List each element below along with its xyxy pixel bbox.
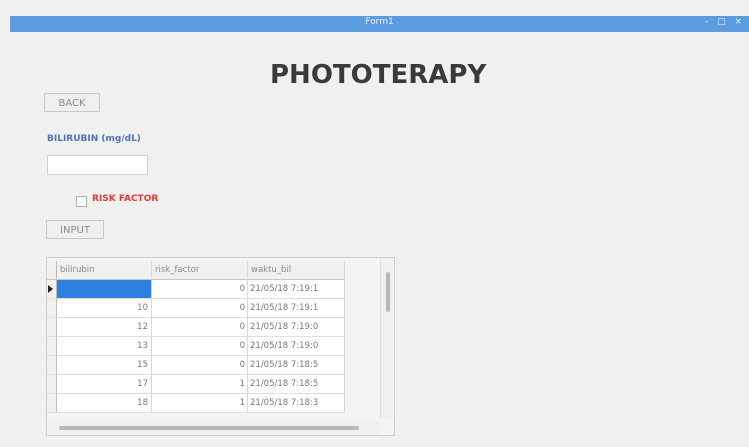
- cell-bilirubin[interactable]: 10: [57, 299, 152, 318]
- cell-risk-factor[interactable]: 0: [152, 356, 248, 375]
- window-title: Form1: [365, 17, 394, 27]
- cell-bilirubin[interactable]: 17: [57, 375, 152, 394]
- cell-bilirubin[interactable]: 18: [57, 394, 152, 413]
- risk-factor-checkbox[interactable]: [76, 196, 87, 207]
- cell-bilirubin[interactable]: 9: [57, 280, 152, 299]
- cell-risk-factor[interactable]: 0: [152, 280, 248, 299]
- cell-bilirubin[interactable]: 15: [57, 356, 152, 375]
- cell-bilirubin[interactable]: 12: [57, 318, 152, 337]
- bilirubin-input[interactable]: [47, 155, 148, 175]
- vertical-scrollbar-thumb[interactable]: [386, 272, 390, 312]
- row-header[interactable]: [47, 375, 57, 394]
- column-header-waktu-bil[interactable]: waktu_bil: [248, 261, 345, 280]
- risk-factor-label: RISK FACTOR: [92, 194, 159, 204]
- cell-waktu-bil[interactable]: 21/05/18 7:18:3: [248, 394, 345, 413]
- window-controls[interactable]: - □ ×: [705, 17, 745, 27]
- vertical-scrollbar[interactable]: [380, 258, 394, 418]
- row-header[interactable]: [47, 356, 57, 375]
- row-header[interactable]: [47, 280, 57, 299]
- cell-bilirubin[interactable]: 13: [57, 337, 152, 356]
- row-header-corner: [47, 261, 57, 280]
- column-header-risk-factor[interactable]: risk_factor: [152, 261, 248, 280]
- cell-risk-factor[interactable]: 1: [152, 394, 248, 413]
- row-header[interactable]: [47, 299, 57, 318]
- row-header[interactable]: [47, 337, 57, 356]
- cell-waktu-bil[interactable]: 21/05/18 7:19:1: [248, 299, 345, 318]
- horizontal-scrollbar-thumb[interactable]: [59, 426, 359, 430]
- cell-waktu-bil[interactable]: 21/05/18 7:19:0: [248, 337, 345, 356]
- page-title: PHOTOTERAPY: [270, 60, 487, 90]
- cell-risk-factor[interactable]: 0: [152, 318, 248, 337]
- column-header-bilirubin[interactable]: bilirubin: [57, 261, 152, 280]
- row-header[interactable]: [47, 318, 57, 337]
- bilirubin-label: BILIRUBIN (mg/dL): [47, 134, 141, 144]
- window-titlebar: Form1 - □ ×: [10, 16, 749, 32]
- input-button[interactable]: INPUT: [46, 220, 104, 239]
- row-header[interactable]: [47, 394, 57, 413]
- cell-risk-factor[interactable]: 0: [152, 299, 248, 318]
- cell-waktu-bil[interactable]: 21/05/18 7:19:1: [248, 280, 345, 299]
- cell-waktu-bil[interactable]: 21/05/18 7:18:5: [248, 356, 345, 375]
- cell-risk-factor[interactable]: 0: [152, 337, 248, 356]
- horizontal-scrollbar[interactable]: [47, 421, 380, 435]
- back-button[interactable]: BACK: [44, 93, 100, 112]
- current-row-arrow-icon: [48, 285, 53, 293]
- cell-waktu-bil[interactable]: 21/05/18 7:19:0: [248, 318, 345, 337]
- cell-risk-factor[interactable]: 1: [152, 375, 248, 394]
- cell-waktu-bil[interactable]: 21/05/18 7:18:5: [248, 375, 345, 394]
- data-grid[interactable]: bilirubin risk_factor waktu_bil 9 0 21/05/…: [46, 257, 395, 436]
